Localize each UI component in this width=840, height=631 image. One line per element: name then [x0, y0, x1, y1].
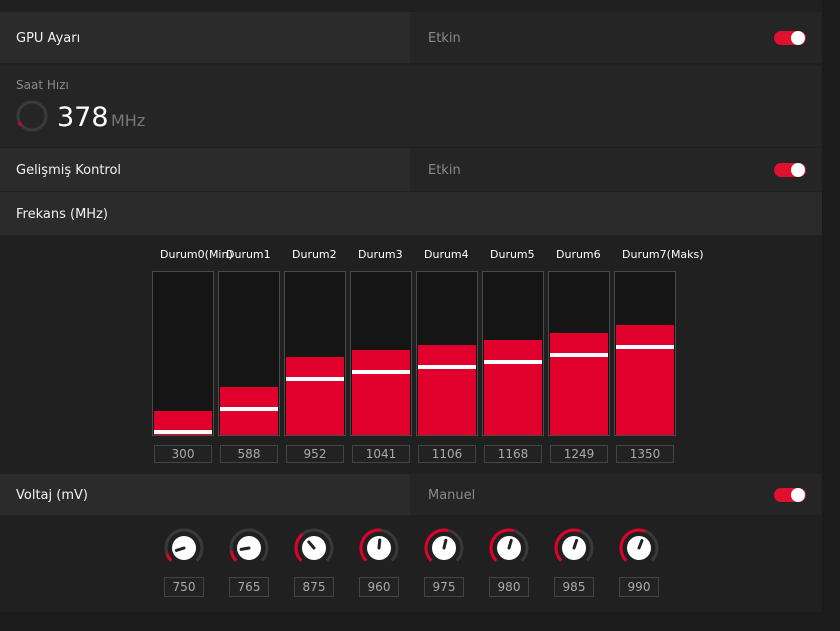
voltage-knob[interactable] [424, 528, 464, 568]
voltage-knob-indicator [377, 538, 382, 550]
voltage-value[interactable]: 960 [359, 577, 399, 597]
frequency-state-slider[interactable] [152, 271, 214, 436]
frequency-state-handle[interactable] [484, 360, 542, 364]
gauge-icon [16, 100, 48, 132]
voltage-knob-arc [294, 533, 304, 562]
frequency-state-slider[interactable] [548, 271, 610, 436]
voltage-knob[interactable] [554, 528, 594, 568]
voltage-knob-indicator [507, 538, 513, 550]
frequency-state-value[interactable]: 1249 [550, 445, 608, 463]
frequency-state-handle[interactable] [418, 365, 476, 369]
frequency-state-fill [616, 325, 674, 435]
frequency-state-fill [286, 357, 344, 435]
frequency-state-label: Durum6 [556, 248, 601, 261]
frequency-state-value[interactable]: 1106 [418, 445, 476, 463]
frequency-state-label: Durum5 [490, 248, 535, 261]
frequency-state-handle[interactable] [286, 377, 344, 381]
frequency-row: Frekans (MHz) [0, 192, 822, 235]
frequency-state-label: Durum7(Maks) [622, 248, 704, 261]
clock-speed-unit: MHz [111, 111, 146, 130]
frequency-state-fill [352, 350, 410, 435]
voltage-knob[interactable] [359, 528, 399, 568]
voltage-value[interactable]: 875 [294, 577, 334, 597]
voltage-value[interactable]: 980 [489, 577, 529, 597]
frequency-state-slider[interactable] [350, 271, 412, 436]
voltage-value[interactable]: 975 [424, 577, 464, 597]
voltage-knob-indicator [239, 546, 251, 551]
voltage-knob[interactable] [294, 528, 334, 568]
voltage-knob[interactable] [229, 528, 269, 568]
voltage-knob[interactable] [164, 528, 204, 568]
frequency-state-slider[interactable] [218, 271, 280, 436]
voltage-value[interactable]: 990 [619, 577, 659, 597]
frequency-state-value[interactable]: 1168 [484, 445, 542, 463]
frequency-state-label: Durum0(Min) [160, 248, 233, 261]
frequency-state-handle[interactable] [352, 370, 410, 374]
voltage-label: Voltaj (mV) [16, 488, 88, 503]
frequency-state-value[interactable]: 1041 [352, 445, 410, 463]
frequency-state-fill [418, 345, 476, 435]
frequency-state-handle[interactable] [220, 407, 278, 411]
frequency-state-label: Durum1 [226, 248, 271, 261]
frequency-state-value[interactable]: 952 [286, 445, 344, 463]
gpu-tuning-panel: GPU Ayarı Etkin Saat Hızı 378 MHz Gelişm… [0, 0, 822, 612]
gpu-setting-toggle[interactable] [774, 31, 806, 45]
voltage-knobs-panel: 750 765 875 960 975 980 985 990 [0, 516, 822, 612]
toggle-knob [791, 488, 805, 502]
frequency-state-fill [220, 387, 278, 435]
voltage-knob-arc [229, 550, 238, 562]
toggle-knob [791, 163, 805, 177]
gpu-setting-status-area: Etkin [410, 12, 822, 63]
voltage-mode: Manuel [428, 488, 476, 503]
frequency-state-value[interactable]: 300 [154, 445, 212, 463]
frequency-state-handle[interactable] [154, 430, 212, 434]
frequency-state-slider[interactable] [614, 271, 676, 436]
frequency-label: Frekans (MHz) [16, 207, 108, 222]
advanced-control-status: Etkin [428, 163, 461, 178]
voltage-row: Voltaj (mV) Manuel [0, 474, 822, 515]
gpu-setting-status: Etkin [428, 31, 461, 46]
frequency-state-handle[interactable] [616, 345, 674, 349]
toggle-knob [791, 31, 805, 45]
voltage-knob-indicator [442, 538, 448, 550]
frequency-state-slider[interactable] [416, 271, 478, 436]
frequency-state-fill [484, 340, 542, 435]
advanced-control-label: Gelişmiş Kontrol [16, 163, 122, 178]
advanced-control-row: Gelişmiş Kontrol Etkin [0, 148, 822, 191]
frequency-state-label: Durum4 [424, 248, 469, 261]
frequency-states-panel: Durum0(Min) 300 Durum1 588 Durum2 952 Durum3 10… [0, 236, 822, 472]
voltage-value[interactable]: 750 [164, 577, 204, 597]
frequency-state-value[interactable]: 588 [220, 445, 278, 463]
voltage-knob[interactable] [489, 528, 529, 568]
voltage-knob-arc [165, 553, 173, 562]
voltage-toggle[interactable] [774, 488, 806, 502]
clock-speed-title: Saat Hızı [16, 78, 69, 92]
voltage-mode-area: Manuel [410, 474, 822, 515]
advanced-control-toggle[interactable] [774, 163, 806, 177]
frequency-state-handle[interactable] [550, 353, 608, 357]
frequency-state-slider[interactable] [482, 271, 544, 436]
frequency-state-slider[interactable] [284, 271, 346, 436]
voltage-value[interactable]: 985 [554, 577, 594, 597]
gpu-setting-row: GPU Ayarı Etkin [0, 12, 822, 63]
clock-speed-panel: Saat Hızı 378 MHz [0, 66, 822, 147]
advanced-control-status-area: Etkin [410, 148, 822, 191]
frequency-state-label: Durum3 [358, 248, 403, 261]
voltage-value[interactable]: 765 [229, 577, 269, 597]
clock-speed-value: 378 [57, 102, 109, 133]
gpu-setting-label: GPU Ayarı [16, 31, 81, 46]
frequency-state-value[interactable]: 1350 [616, 445, 674, 463]
frequency-state-fill [550, 333, 608, 435]
frequency-state-label: Durum2 [292, 248, 337, 261]
voltage-knob[interactable] [619, 528, 659, 568]
